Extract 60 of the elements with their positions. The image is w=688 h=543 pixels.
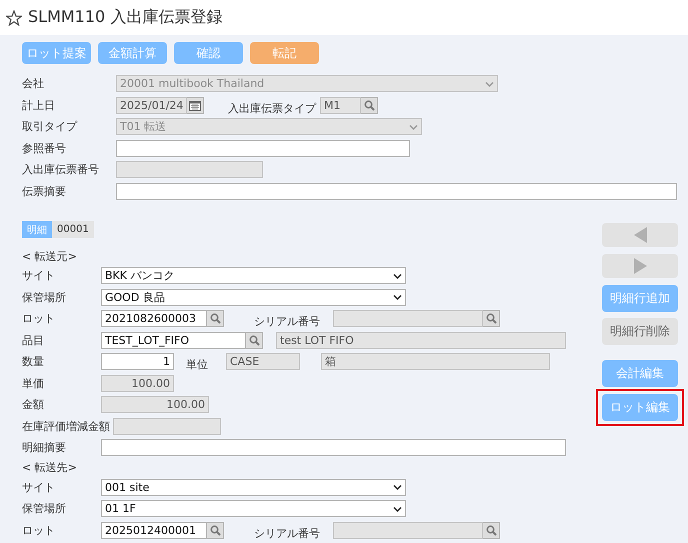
search-button[interactable] <box>361 96 378 114</box>
field-label: 入出庫伝票タイプ <box>228 102 316 115</box>
dropdown[interactable]: 01 1F <box>101 500 406 518</box>
search-icon <box>486 313 496 324</box>
section-heading: < 転送元> <box>22 248 78 264</box>
page-title: SLMM110 入出庫伝票登録 <box>28 7 222 28</box>
section-heading: < 転送先> <box>22 460 78 476</box>
field-label: 在庫評価増減金額 <box>22 418 110 434</box>
dropdown[interactable]: GOOD 良品 <box>101 288 406 306</box>
field-label: 単価 <box>22 376 45 391</box>
field-label: 金額 <box>22 397 45 412</box>
search-icon <box>486 524 496 536</box>
field-label: シリアル番号 <box>254 315 320 328</box>
search-button[interactable] <box>246 332 263 349</box>
search-icon <box>364 100 374 111</box>
search-button[interactable] <box>207 522 224 539</box>
field-label: 品目 <box>22 332 45 348</box>
field-label: シリアル番号 <box>254 526 320 540</box>
right-triangle-icon <box>634 258 646 274</box>
left-triangle-icon <box>634 227 646 243</box>
field-label: ロット <box>22 522 56 538</box>
dropdown[interactable]: 001 site <box>101 478 406 496</box>
search-icon <box>210 524 220 536</box>
search-button[interactable] <box>483 522 500 539</box>
input-field[interactable]: 1 <box>101 353 174 370</box>
input-field[interactable] <box>116 182 677 200</box>
input-field[interactable] <box>101 439 566 456</box>
chevron-icon <box>393 272 402 279</box>
field-label: サイト <box>22 480 56 495</box>
input-field[interactable]: TEST_LOT_FIFO <box>101 332 246 349</box>
field-label: サイト <box>22 268 56 284</box>
calendar-icon <box>189 100 201 111</box>
chevron-icon <box>393 294 402 300</box>
field-label: 会社 <box>22 76 45 92</box>
tab[interactable]: 00001 <box>52 221 94 238</box>
search-button[interactable] <box>207 310 224 328</box>
chevron-icon <box>409 124 418 130</box>
field-label: 保管場所 <box>22 501 67 516</box>
field-label: 参照番号 <box>22 140 67 156</box>
search-icon <box>210 313 220 324</box>
input-field[interactable]: 2021082600003 <box>101 310 207 328</box>
field-label: 単位 <box>186 358 208 372</box>
input-field[interactable]: 2025012400001 <box>101 522 207 539</box>
field-label: 取引タイプ <box>22 119 78 134</box>
search-button[interactable] <box>483 310 500 328</box>
star-icon[interactable] <box>6 10 22 26</box>
input-field[interactable] <box>116 140 410 157</box>
calendar-button[interactable] <box>187 96 204 114</box>
field-label: 保管場所 <box>22 290 67 305</box>
chevron-icon <box>485 80 494 87</box>
field-label: 伝票摘要 <box>22 184 67 199</box>
field-label: 入出庫伝票番号 <box>22 162 100 178</box>
dropdown[interactable]: BKK バンコク <box>101 267 406 284</box>
chevron-icon <box>393 506 402 512</box>
field-label: 明細摘要 <box>22 440 67 456</box>
field-label: 数量 <box>22 354 45 370</box>
field-label: ロット <box>22 311 56 326</box>
search-icon <box>248 334 260 346</box>
chevron-icon <box>393 484 402 490</box>
field-label: 計上日 <box>22 98 56 113</box>
